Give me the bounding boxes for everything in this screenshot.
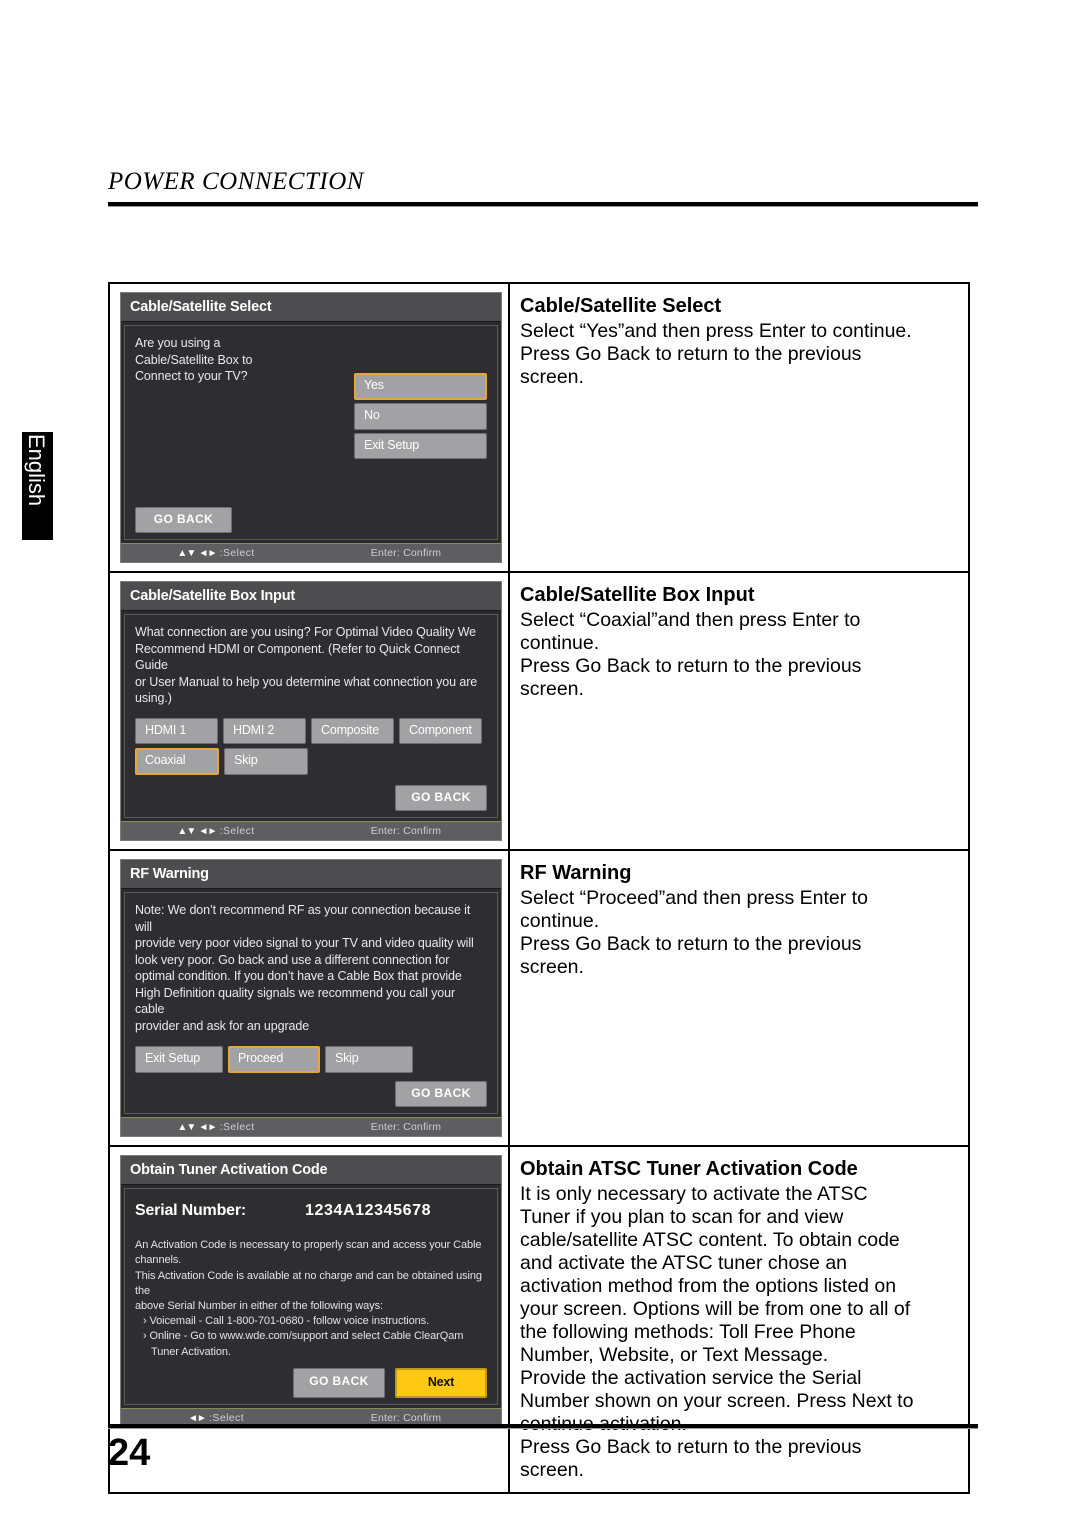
- screenshot-cell: Cable/Satellite Select Are you using a C…: [110, 284, 510, 572]
- language-tab: English: [22, 432, 53, 540]
- osd-option-list: Yes No Exit Setup: [354, 373, 487, 485]
- osd-confirm-hint: Enter: Confirm: [370, 1412, 442, 1425]
- description-title: Obtain ATSC Tuner Activation Code: [520, 1158, 858, 1181]
- osd-option-component[interactable]: Component: [399, 717, 482, 745]
- osd-option-exit-setup[interactable]: Exit Setup: [354, 432, 487, 460]
- osd-prompt: Note: We don’t recommend RF as your conn…: [135, 903, 474, 1033]
- description-body: Select “Coaxial”and then press Enter to …: [520, 609, 862, 701]
- osd-confirm-hint: Enter: Confirm: [370, 1121, 442, 1134]
- page-title: POWER CONNECTION: [108, 168, 364, 195]
- screenshot-cell: Cable/Satellite Box Input What connectio…: [110, 573, 510, 850]
- osd-panel-cable-satellite-box-input: Cable/Satellite Box Input What connectio…: [120, 581, 502, 842]
- description-cell: Cable/Satellite Select Select “Yes”and t…: [510, 284, 968, 571]
- page-number: 24: [108, 1432, 151, 1474]
- activation-methods-list: › Voicemail - Call 1-800-701-0680 - foll…: [135, 1314, 487, 1360]
- osd-select-hint: :Select: [209, 1412, 245, 1425]
- arrows-horizontal-icon: ◄►: [198, 826, 218, 838]
- osd-prompt: What connection are you using? For Optim…: [135, 625, 478, 706]
- osd-option-skip[interactable]: Skip: [224, 748, 308, 776]
- osd-option-grid: HDMI 1 HDMI 2 Composite Component Coaxia…: [135, 717, 487, 776]
- osd-title: Cable/Satellite Box Input: [121, 582, 501, 612]
- serial-number-row: Serial Number: 1234A12345678: [135, 1202, 487, 1220]
- description-cell: Cable/Satellite Box Input Select “Coaxia…: [510, 573, 968, 849]
- osd-option-hdmi-2[interactable]: HDMI 2: [223, 717, 306, 745]
- osd-go-back-button[interactable]: GO BACK: [395, 785, 487, 812]
- description-title: Cable/Satellite Select: [520, 295, 722, 317]
- screenshot-cell: RF Warning Note: We don’t recommend RF a…: [110, 851, 510, 1146]
- arrows-horizontal-icon: ◄►: [198, 548, 218, 560]
- osd-body: What connection are you using? For Optim…: [124, 614, 498, 819]
- screens-table: Cable/Satellite Select Are you using a C…: [108, 282, 970, 1495]
- osd-body: Are you using a Cable/Satellite Box to C…: [124, 325, 498, 541]
- osd-go-back-button[interactable]: GO BACK: [293, 1367, 385, 1399]
- osd-body: Note: We don’t recommend RF as your conn…: [124, 892, 498, 1115]
- osd-go-back-button[interactable]: GO BACK: [395, 1081, 487, 1108]
- osd-select-hint: :Select: [219, 1121, 255, 1134]
- osd-next-button[interactable]: Next: [395, 1367, 487, 1399]
- page-footer: 24: [108, 1424, 978, 1472]
- language-tab-label: English: [24, 434, 49, 507]
- osd-footer-bar: ▲▼ ◄► :Select Enter: Confirm: [121, 543, 501, 563]
- osd-option-coaxial[interactable]: Coaxial: [135, 748, 219, 776]
- osd-confirm-hint: Enter: Confirm: [370, 825, 442, 838]
- osd-title: RF Warning: [121, 860, 501, 890]
- osd-panel-cable-satellite-select: Cable/Satellite Select Are you using a C…: [120, 292, 502, 564]
- table-row: Cable/Satellite Select Are you using a C…: [110, 284, 968, 574]
- arrows-vertical-icon: ▲▼: [177, 548, 196, 560]
- description-title: Cable/Satellite Box Input: [520, 584, 755, 607]
- osd-option-yes[interactable]: Yes: [354, 373, 487, 400]
- serial-number-label: Serial Number:: [135, 1202, 247, 1220]
- osd-panel-rf-warning: RF Warning Note: We don’t recommend RF a…: [120, 859, 502, 1138]
- osd-option-composite[interactable]: Composite: [311, 717, 394, 745]
- osd-footer-bar: ▲▼ ◄► :Select Enter: Confirm: [121, 1117, 501, 1137]
- footer-rule: [108, 1424, 978, 1428]
- osd-body: Serial Number: 1234A12345678 An Activati…: [124, 1188, 498, 1406]
- osd-option-hdmi-1[interactable]: HDMI 1: [135, 717, 218, 745]
- osd-confirm-hint: Enter: Confirm: [370, 547, 442, 560]
- page-header: POWER CONNECTION: [108, 168, 978, 206]
- osd-title: Cable/Satellite Select: [121, 293, 501, 322]
- osd-panel-obtain-tuner-activation-code: Obtain Tuner Activation Code Serial Numb…: [120, 1155, 502, 1429]
- serial-number-value: 1234A12345678: [305, 1202, 432, 1220]
- list-item: › Online - Go to www.wde.com/support and…: [143, 1330, 464, 1358]
- osd-prompt: Are you using a Cable/Satellite Box to C…: [135, 336, 253, 383]
- table-row: Cable/Satellite Box Input What connectio…: [110, 573, 968, 852]
- table-row: RF Warning Note: We don’t recommend RF a…: [110, 851, 968, 1148]
- osd-go-back-button[interactable]: GO BACK: [135, 507, 232, 534]
- description-title: RF Warning: [520, 862, 632, 885]
- osd-footer-bar: ▲▼ ◄► :Select Enter: Confirm: [121, 821, 501, 841]
- arrows-horizontal-icon: ◄►: [198, 1122, 218, 1134]
- osd-select-hint: :Select: [219, 825, 255, 838]
- description-body: Select “Proceed”and then press Enter to …: [520, 887, 868, 979]
- arrows-vertical-icon: ▲▼: [177, 826, 196, 838]
- osd-select-hint: :Select: [219, 547, 255, 560]
- osd-option-proceed[interactable]: Proceed: [228, 1046, 320, 1074]
- arrows-horizontal-icon: ◄►: [187, 1413, 207, 1425]
- osd-option-list: Exit Setup Proceed Skip: [135, 1046, 487, 1074]
- list-item: › Voicemail - Call 1-800-701-0680 - foll…: [143, 1315, 430, 1328]
- header-rule: [108, 202, 978, 206]
- osd-title: Obtain Tuner Activation Code: [121, 1156, 501, 1186]
- osd-option-exit-setup[interactable]: Exit Setup: [135, 1046, 223, 1074]
- arrows-vertical-icon: ▲▼: [177, 1122, 196, 1134]
- osd-option-skip[interactable]: Skip: [325, 1046, 413, 1074]
- osd-option-no[interactable]: No: [354, 402, 487, 430]
- activation-instructions: An Activation Code is necessary to prope…: [135, 1239, 482, 1312]
- description-body: Select “Yes”and then press Enter to cont…: [520, 320, 912, 388]
- description-cell: RF Warning Select “Proceed”and then pres…: [510, 851, 968, 1145]
